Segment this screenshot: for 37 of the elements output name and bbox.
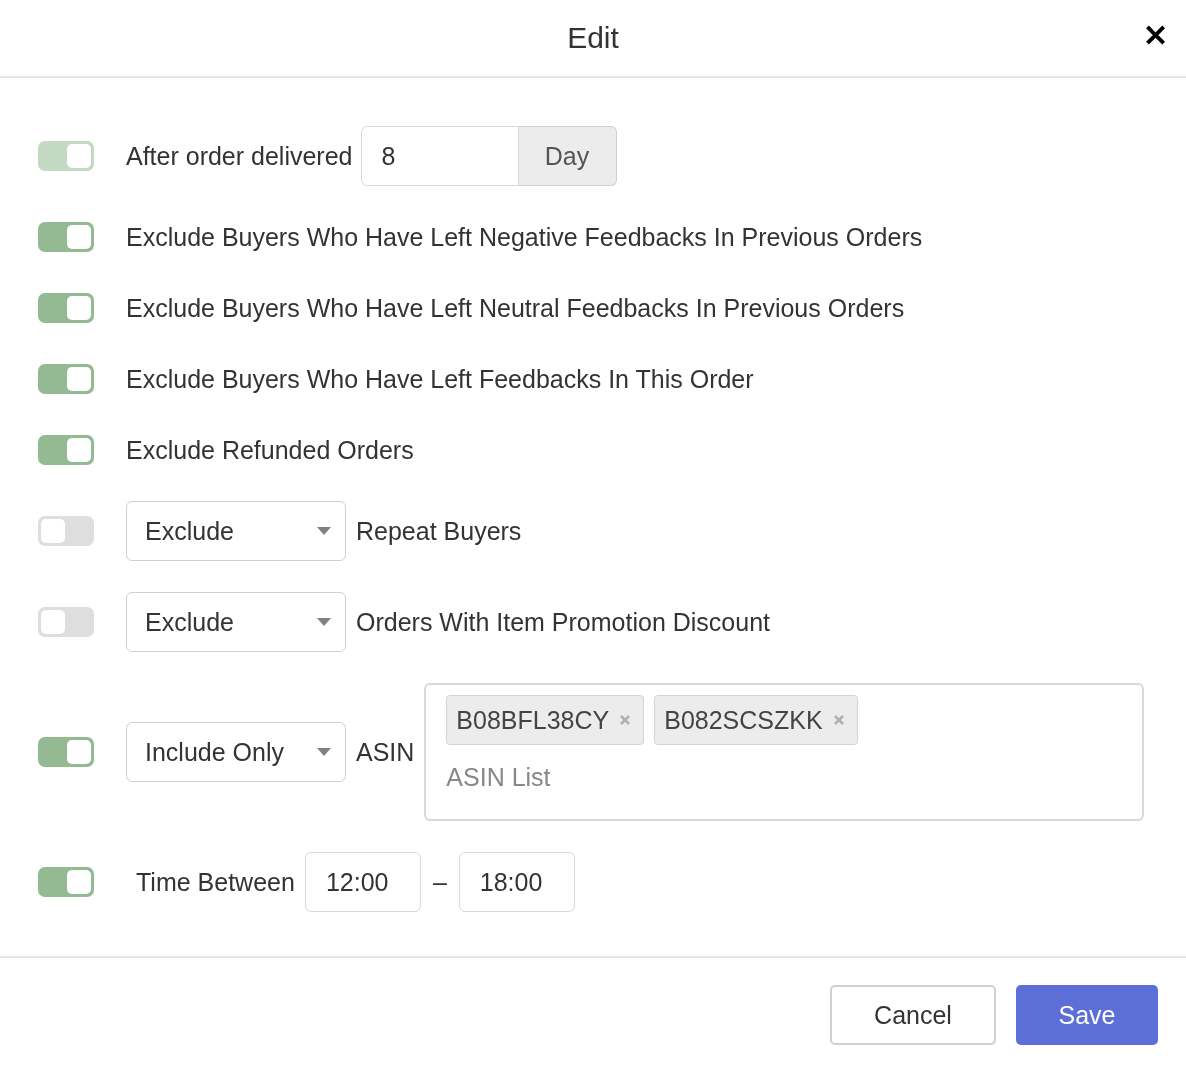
range-separator: –	[432, 867, 447, 897]
remove-icon[interactable]	[832, 714, 845, 726]
tag-text: B082SCSZKK	[664, 705, 823, 735]
rule-label: ASIN	[356, 737, 415, 767]
rule-label: Exclude Buyers Who Have Left Neutral Feedbacks In Previous Orders	[126, 293, 905, 323]
unit-label: Day	[518, 126, 617, 186]
toggle-switch[interactable]	[38, 516, 94, 546]
mode-dropdown[interactable]: Include Only	[126, 722, 346, 782]
toggle-switch[interactable]	[38, 737, 94, 767]
mode-dropdown[interactable]: Exclude	[126, 592, 346, 652]
caret-icon	[317, 748, 331, 756]
close-button[interactable]: ✕	[1139, 18, 1172, 53]
save-button[interactable]: Save	[1016, 985, 1158, 1045]
rule-label: Repeat Buyers	[356, 516, 522, 546]
caret-icon	[317, 527, 331, 535]
start-time-input[interactable]: 12:00	[304, 852, 421, 912]
toggle-switch[interactable]	[38, 607, 94, 637]
rule-label: Exclude Buyers Who Have Left Negative Feedbacks In Previous Orders	[126, 222, 923, 252]
toggle-switch[interactable]	[38, 867, 94, 897]
toggle-switch[interactable]	[38, 364, 94, 394]
dialog-title: Edit	[567, 21, 619, 55]
toggle-switch[interactable]	[38, 435, 94, 465]
tag-text: B08BFL38CY	[456, 705, 610, 735]
mode-dropdown[interactable]: Exclude	[126, 501, 346, 561]
rule-label: Orders With Item Promotion Discount	[356, 607, 770, 637]
toggle-switch[interactable]	[38, 222, 94, 252]
remove-icon[interactable]	[619, 714, 632, 726]
rule-label: Time Between	[136, 867, 295, 897]
caret-icon	[317, 618, 331, 626]
rule-label: Exclude Refunded Orders	[126, 435, 414, 465]
toggle-switch[interactable]	[38, 293, 94, 323]
rule-label: After order delivered	[126, 141, 353, 171]
cancel-button[interactable]: Cancel	[830, 985, 996, 1045]
asin-input[interactable]: ASIN List	[446, 763, 1123, 792]
end-time-input[interactable]: 18:00	[458, 852, 575, 912]
asin-tag-field[interactable]: B08BFL38CY B082SCSZKK ASIN List	[424, 683, 1145, 821]
rule-label: Exclude Buyers Who Have Left Feedbacks In This Order	[126, 364, 754, 394]
